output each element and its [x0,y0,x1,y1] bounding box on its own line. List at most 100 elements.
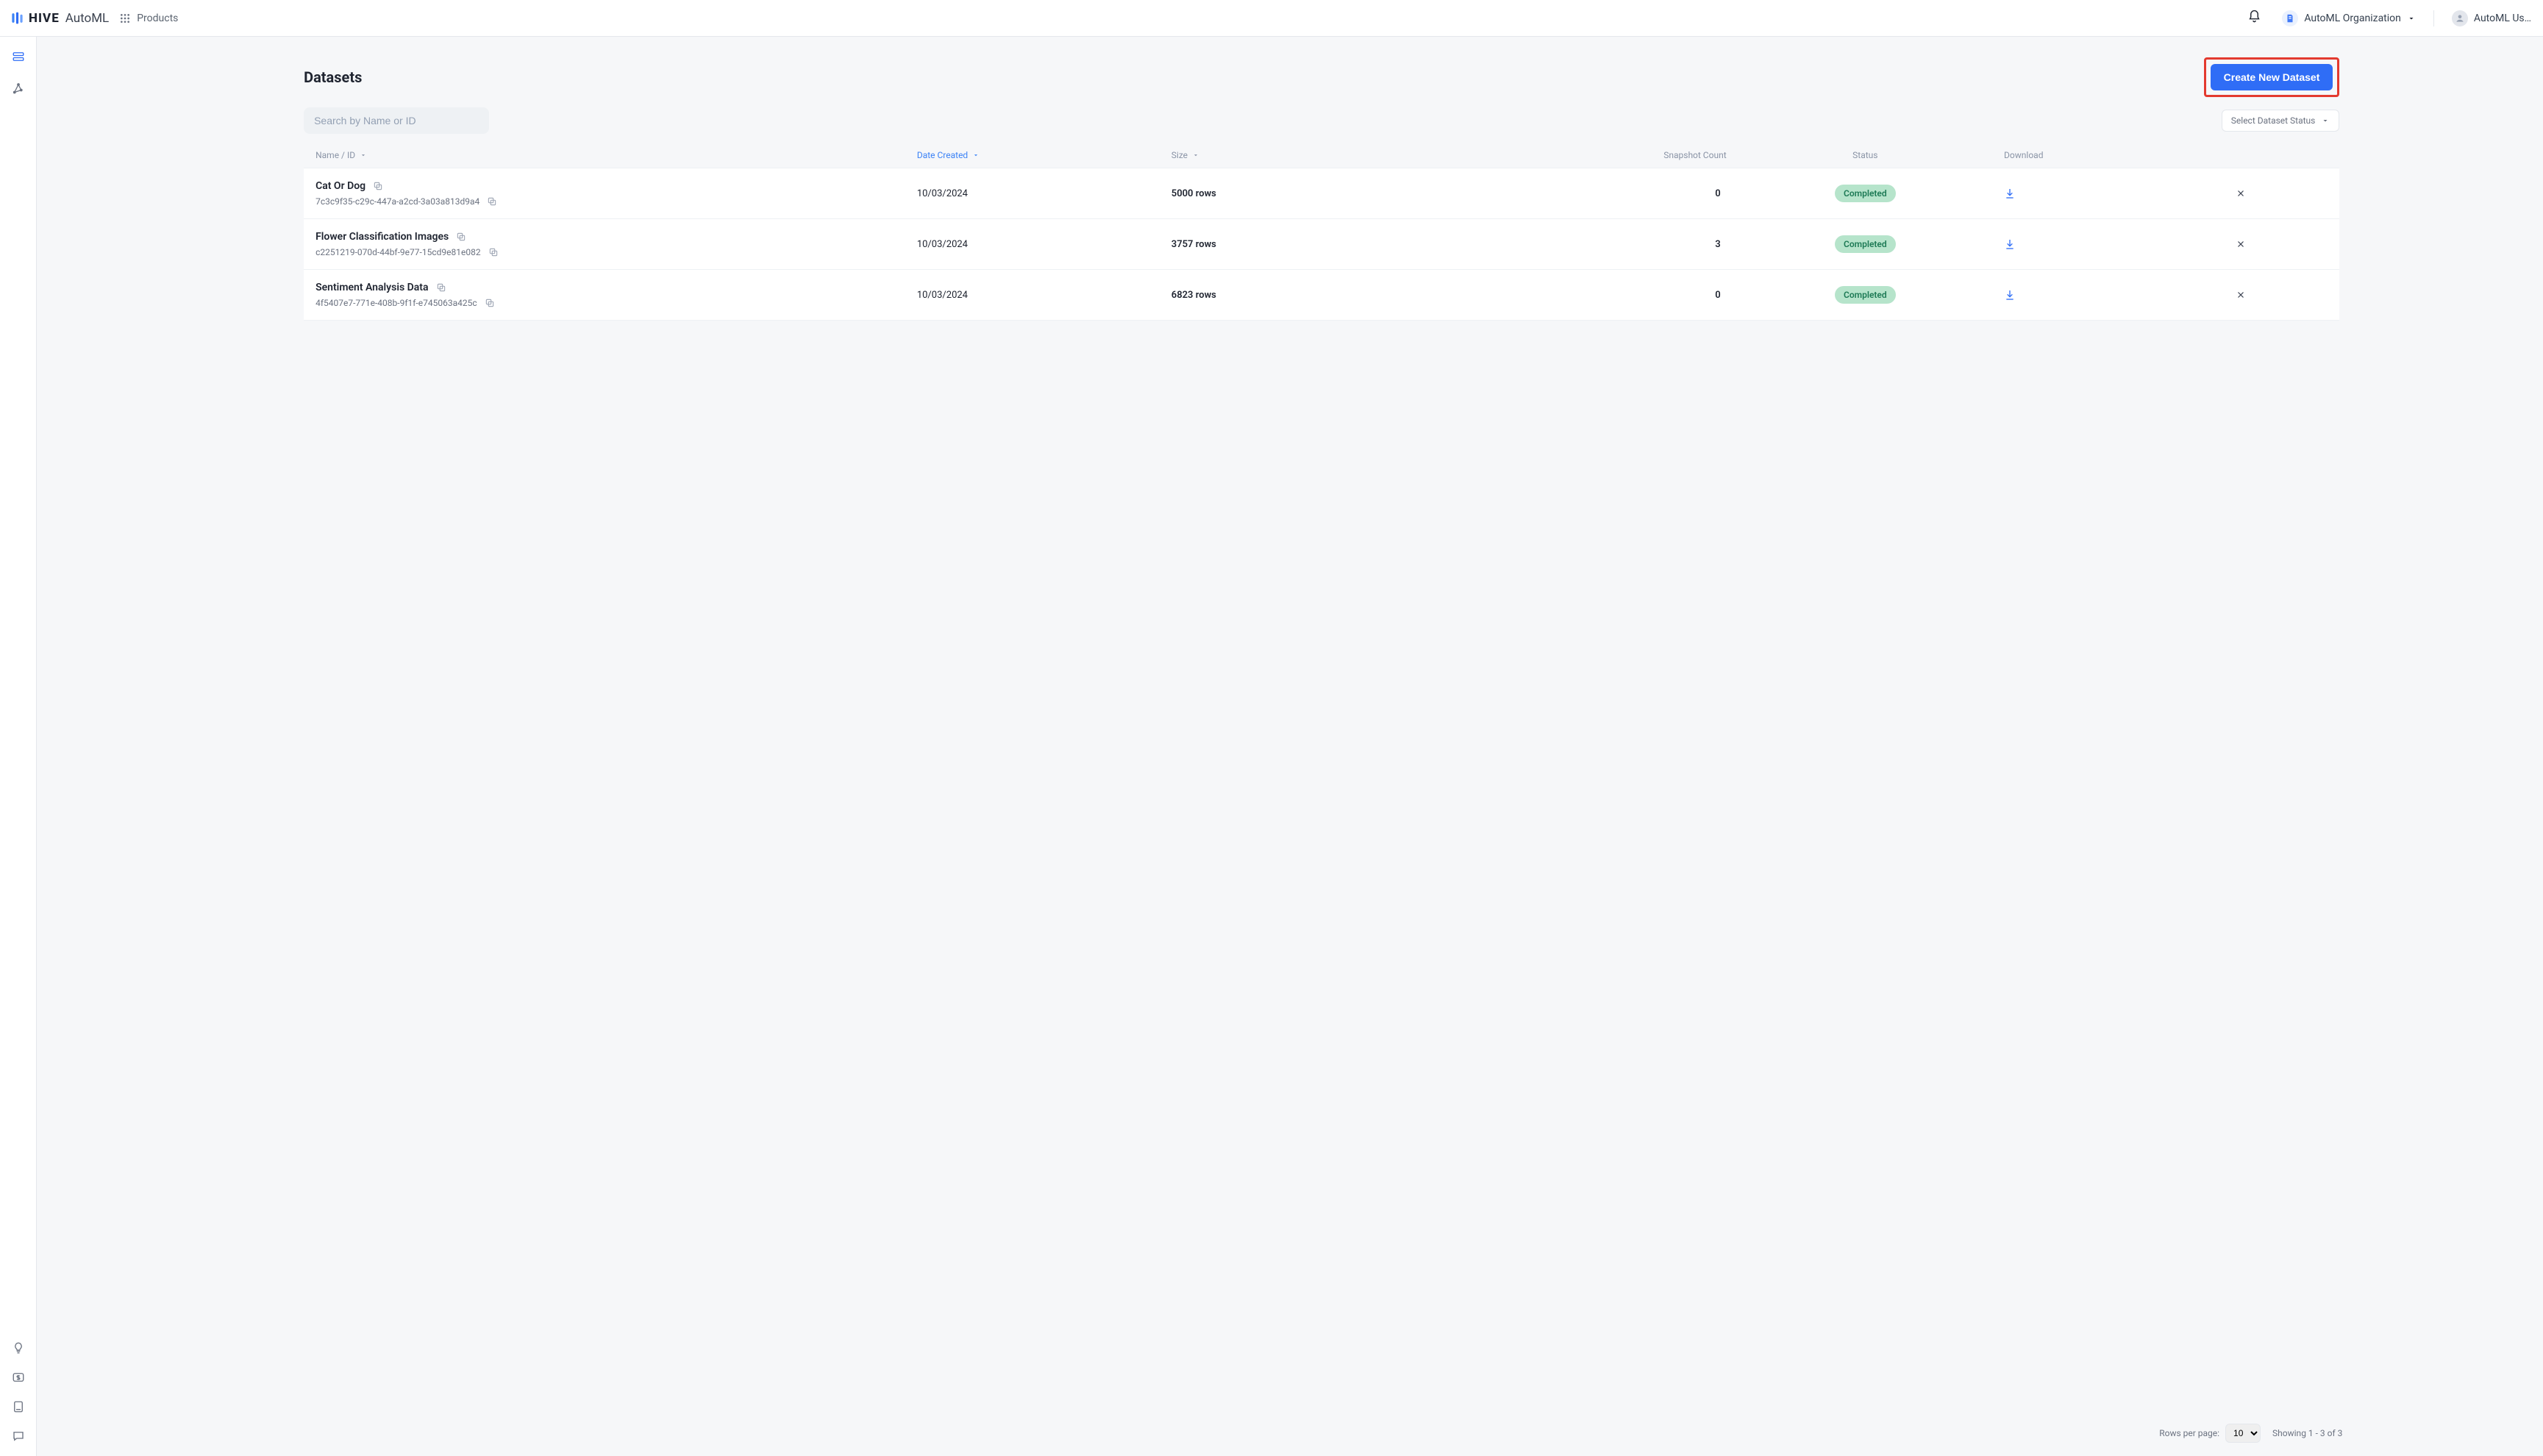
caret-down-icon [2407,14,2416,23]
col-download: Download [2004,150,2236,160]
cell-download [2004,188,2236,199]
col-date-created[interactable]: Date Created [917,150,1171,160]
cell-delete [2236,290,2328,300]
organization-icon [2282,10,2298,26]
close-icon[interactable] [2236,290,2328,300]
filters-row: Select Dataset Status [304,107,2339,134]
organization-name: AutoML Organization [2304,13,2401,24]
sidebar-item-feedback[interactable] [12,1430,25,1443]
table-row[interactable]: Sentiment Analysis Data 4f5407e7-771e-40… [304,270,2339,321]
chevron-down-icon [972,151,980,159]
apps-grid-icon [119,13,131,24]
cell-size: 6823 rows [1171,290,1426,301]
dataset-name: Sentiment Analysis Data [315,282,428,293]
table-header: Name / ID Date Created Size Snapshot Cou… [304,143,2339,168]
status-badge: Completed [1835,185,1896,202]
download-icon[interactable] [2004,238,2236,250]
col-snapshot-count-label: Snapshot Count [1663,150,1726,160]
sidebar [0,37,37,1456]
separator [2433,10,2434,26]
notifications-bell-icon[interactable] [2247,10,2261,26]
close-icon[interactable] [2236,188,2328,199]
main-content: Datasets Create New Dataset Select Datas… [37,37,2543,1456]
user-avatar-icon [2452,10,2468,26]
col-name-id[interactable]: Name / ID [315,150,917,160]
status-badge: Completed [1835,235,1896,253]
datasets-table: Name / ID Date Created Size Snapshot Cou… [304,143,2339,321]
copy-id-icon[interactable] [487,196,497,207]
dataset-id: c2251219-070d-44bf-9e77-15cd9e81e082 [315,247,480,257]
sidebar-item-tips[interactable] [12,1341,25,1355]
status-filter-label: Select Dataset Status [2231,115,2316,126]
download-icon[interactable] [2004,289,2236,301]
cell-name-id: Cat Or Dog 7c3c9f35-c29c-447a-a2cd-3a03a… [315,180,917,207]
topbar: HIVE AutoML Products AutoML Organization [0,0,2543,37]
app-shell: Datasets Create New Dataset Select Datas… [0,37,2543,1456]
copy-id-icon[interactable] [485,298,495,308]
brand-name: HIVE [29,11,60,26]
dataset-id: 4f5407e7-771e-408b-9f1f-e745063a425c [315,298,477,308]
close-icon[interactable] [2236,239,2328,249]
sidebar-item-datasets[interactable] [12,50,25,63]
cell-status: Completed [1727,235,2004,253]
sidebar-item-billing[interactable] [12,1371,25,1384]
cell-size: 3757 rows [1171,239,1426,250]
cell-name-id: Sentiment Analysis Data 4f5407e7-771e-40… [315,282,917,308]
copy-name-icon[interactable] [456,232,466,242]
download-icon[interactable] [2004,188,2236,199]
cell-status: Completed [1727,185,2004,202]
chevron-down-icon [360,151,367,159]
col-size-label: Size [1171,150,1188,160]
col-download-label: Download [2004,150,2043,160]
page-header: Datasets Create New Dataset [304,57,2339,97]
sidebar-item-docs[interactable] [12,1400,25,1413]
copy-name-icon[interactable] [373,181,383,191]
highlight-create-button: Create New Dataset [2204,57,2340,97]
status-badge: Completed [1835,286,1896,304]
products-label: Products [137,13,178,24]
search-input[interactable] [304,107,489,134]
col-size[interactable]: Size [1171,150,1426,160]
dataset-name: Cat Or Dog [315,180,365,192]
copy-name-icon[interactable] [436,282,446,293]
cell-download [2004,238,2236,250]
sidebar-item-models[interactable] [12,82,25,96]
col-snapshot-count: Snapshot Count [1426,150,1727,160]
cell-snapshot-count: 0 [1426,290,1727,301]
table-row[interactable]: Flower Classification Images c2251219-07… [304,219,2339,270]
cell-date-created: 10/03/2024 [917,239,1171,250]
col-status-label: Status [1852,150,1877,160]
rows-per-page: Rows per page: 10 [2159,1424,2261,1443]
brand-product: AutoML [65,11,109,26]
rows-per-page-select[interactable]: 10 [2225,1424,2261,1443]
cell-delete [2236,188,2328,199]
copy-id-icon[interactable] [488,247,499,257]
cell-download [2004,289,2236,301]
cell-date-created: 10/03/2024 [917,188,1171,199]
dataset-id: 7c3c9f35-c29c-447a-a2cd-3a03a813d9a4 [315,196,479,207]
cell-status: Completed [1727,286,2004,304]
user-name: AutoML Us… [2474,13,2531,24]
col-status: Status [1727,150,2004,160]
pagination-showing: Showing 1 - 3 of 3 [2272,1428,2342,1438]
table-row[interactable]: Cat Or Dog 7c3c9f35-c29c-447a-a2cd-3a03a… [304,168,2339,219]
cell-snapshot-count: 3 [1426,239,1727,250]
cell-delete [2236,239,2328,249]
page-title: Datasets [304,68,362,86]
dataset-name: Flower Classification Images [315,231,449,243]
create-new-dataset-button[interactable]: Create New Dataset [2211,64,2333,90]
cell-name-id: Flower Classification Images c2251219-07… [315,231,917,257]
brand-logo[interactable]: HIVE AutoML [10,11,109,26]
products-menu[interactable]: Products [119,13,178,24]
cell-size: 5000 rows [1171,188,1426,199]
col-date-created-label: Date Created [917,150,968,160]
hive-logo-icon [10,11,24,25]
chevron-down-icon [2321,116,2330,125]
user-menu[interactable]: AutoML Us… [2452,10,2531,26]
organization-switcher[interactable]: AutoML Organization [2282,10,2416,26]
status-filter[interactable]: Select Dataset Status [2222,110,2340,132]
table-footer: Rows per page: 10 Showing 1 - 3 of 3 [2159,1424,2342,1443]
chevron-down-icon [1192,151,1199,159]
cell-date-created: 10/03/2024 [917,290,1171,301]
rows-per-page-label: Rows per page: [2159,1428,2219,1438]
